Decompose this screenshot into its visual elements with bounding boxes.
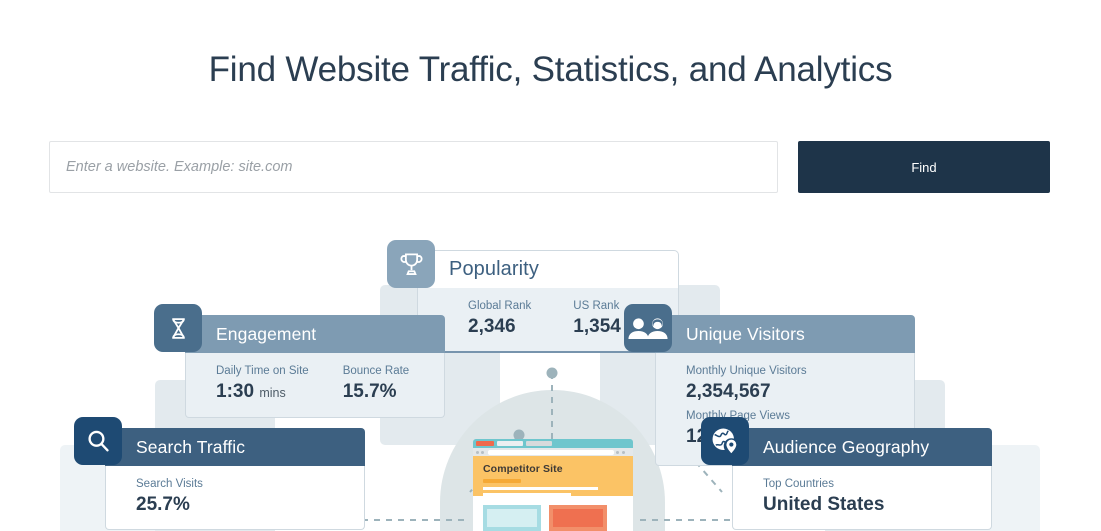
card-header: Audience Geography xyxy=(701,417,992,466)
card-body: Top Countries United States xyxy=(732,466,992,530)
card-title: Audience Geography xyxy=(763,436,930,457)
browser-tabbar xyxy=(473,439,633,448)
card-header: Search Traffic xyxy=(74,417,365,466)
competitor-browser-mock: Competitor Site xyxy=(473,439,633,531)
metric: Daily Time on Site 1:30 mins xyxy=(216,363,309,405)
card-title: Engagement xyxy=(216,323,317,344)
hero-accent-bar xyxy=(483,479,521,483)
content-card xyxy=(549,505,607,531)
content-card-row xyxy=(483,505,623,531)
metric-value: United States xyxy=(763,494,885,515)
browser-url-field xyxy=(488,449,614,455)
hourglass-icon xyxy=(154,304,202,352)
card-header: Engagement xyxy=(154,304,445,353)
browser-nav-dot-icon xyxy=(481,450,484,454)
metric-unit: mins xyxy=(259,386,286,400)
competitor-site-title: Competitor Site xyxy=(483,463,563,475)
card-body: Daily Time on Site 1:30 mins Bounce Rate… xyxy=(185,353,445,418)
card-title: Popularity xyxy=(449,258,539,280)
metric: Global Rank 2,346 xyxy=(468,298,531,339)
metric-label: Global Rank xyxy=(468,300,532,312)
browser-addressbar xyxy=(473,448,633,456)
globe-pin-icon xyxy=(701,417,749,465)
stat-card-engagement: Engagement Daily Time on Site 1:30 mins … xyxy=(154,304,445,418)
browser-tab-active xyxy=(476,441,494,446)
metric-value: 25.7% xyxy=(136,494,190,515)
browser-menu-dot-icon xyxy=(622,450,625,454)
metric-value: 1,354 xyxy=(573,316,621,337)
metric-label: Daily Time on Site xyxy=(216,365,309,377)
metric-label: US Rank xyxy=(573,300,620,312)
card-header: Popularity xyxy=(387,240,679,288)
metric-value: 2,346 xyxy=(468,316,516,337)
card-title: Unique Visitors xyxy=(686,323,805,344)
page-root: Find Website Traffic, Statistics, and An… xyxy=(0,0,1101,531)
card-title: Search Traffic xyxy=(136,436,246,457)
card-body: Search Visits 25.7% xyxy=(105,466,365,530)
card-header: Unique Visitors xyxy=(624,304,915,353)
metric: Bounce Rate 15.7% xyxy=(343,363,410,405)
illustration-stage: Competitor Site Popularity Global Rank 2… xyxy=(0,230,1101,531)
browser-tab xyxy=(526,441,552,446)
metric-number: 1:30 xyxy=(216,381,255,402)
people-icon xyxy=(624,304,672,352)
browser-menu-dot-icon xyxy=(616,450,619,454)
metric-value: 1:30 mins xyxy=(216,380,309,405)
search-input[interactable] xyxy=(49,141,778,193)
browser-nav-dot-icon xyxy=(476,450,479,454)
metric-label: Search Visits xyxy=(136,478,203,490)
content-card xyxy=(483,505,541,531)
search-form: Find xyxy=(49,141,1050,193)
stat-card-search-traffic: Search Traffic Search Visits 25.7% xyxy=(74,417,365,530)
stat-card-audience-geography: Audience Geography Top Countries United … xyxy=(701,417,992,530)
metric-label: Top Countries xyxy=(763,478,834,490)
hero-text-line xyxy=(483,487,598,490)
page-title: Find Website Traffic, Statistics, and An… xyxy=(208,50,893,89)
browser-tab xyxy=(497,441,523,446)
metric: US Rank 1,354 xyxy=(573,298,621,339)
metric: Monthly Unique Visitors 2,354,567 xyxy=(686,363,892,404)
metric-label: Monthly Unique Visitors xyxy=(686,365,807,377)
metric-value: 15.7% xyxy=(342,381,397,402)
find-button[interactable]: Find xyxy=(798,141,1050,193)
metric-label: Bounce Rate xyxy=(342,365,410,377)
magnifier-icon xyxy=(74,417,122,465)
browser-hero-section: Competitor Site xyxy=(473,456,633,496)
browser-content-section xyxy=(473,496,633,531)
metric: Top Countries United States xyxy=(763,476,969,517)
trophy-icon xyxy=(387,240,435,288)
metric-value: 2,354,567 xyxy=(686,381,771,402)
metric: Search Visits 25.7% xyxy=(136,476,342,517)
metric-group: Daily Time on Site 1:30 mins Bounce Rate… xyxy=(216,363,444,405)
